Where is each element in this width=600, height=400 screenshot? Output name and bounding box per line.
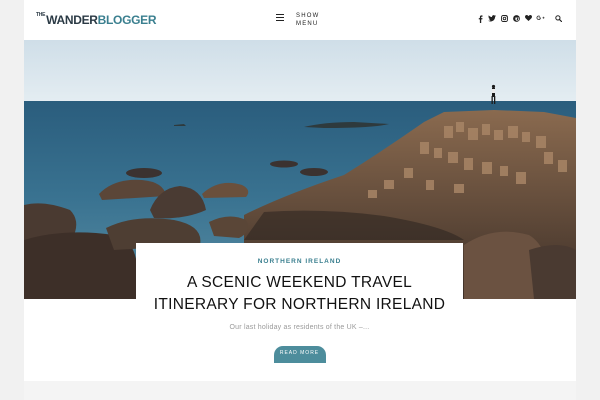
page: THEWANDERBLOGGER SHOW MENU NORTHERN IREL… — [24, 0, 576, 400]
google-plus-icon[interactable] — [534, 15, 546, 25]
facebook-icon[interactable] — [474, 15, 486, 25]
post-title[interactable]: A SCENIC WEEKEND TRAVEL ITINERARY FOR NO… — [145, 272, 455, 316]
social-icons — [474, 15, 564, 25]
heart-icon[interactable] — [522, 15, 534, 25]
read-more-button[interactable]: READ MORE — [273, 346, 326, 363]
search-icon[interactable] — [552, 15, 564, 25]
logo-accent: BLOGGER — [97, 13, 157, 27]
pinterest-icon[interactable] — [510, 15, 522, 25]
instagram-icon[interactable] — [498, 15, 510, 25]
site-header: THEWANDERBLOGGER SHOW MENU — [24, 0, 576, 40]
post-category-link[interactable]: NORTHERN IRELAND — [136, 258, 463, 265]
section-divider — [24, 381, 576, 400]
logo-main: WANDER — [46, 13, 98, 27]
twitter-icon[interactable] — [486, 15, 498, 25]
logo-prefix: THE — [36, 12, 46, 18]
menu-label: SHOW MENU — [296, 13, 320, 27]
featured-post-card: NORTHERN IRELAND A SCENIC WEEKEND TRAVEL… — [136, 243, 463, 383]
hamburger-icon — [276, 14, 284, 23]
show-menu-button[interactable]: SHOW MENU — [276, 12, 326, 30]
post-excerpt: Our last holiday as residents of the UK … — [229, 324, 370, 331]
site-logo[interactable]: THEWANDERBLOGGER — [36, 12, 157, 28]
